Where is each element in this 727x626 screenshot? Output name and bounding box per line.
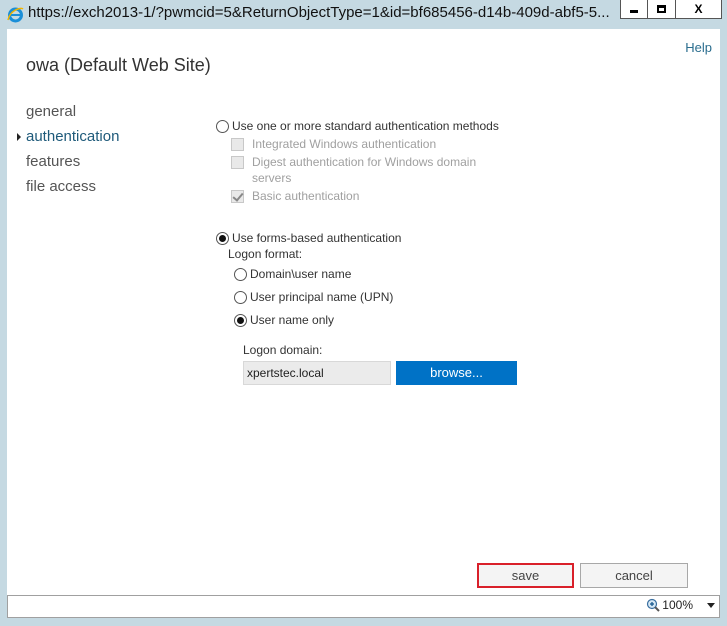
close-button[interactable]: X: [676, 0, 722, 19]
close-icon: X: [694, 2, 703, 16]
logon-domain-text: Logon domain:: [243, 343, 323, 357]
nav-item-general[interactable]: general: [26, 99, 119, 124]
nav-item-label: file access: [26, 178, 97, 195]
forms-auth-radio[interactable]: [216, 231, 229, 245]
nav-item-authentication[interactable]: authentication: [17, 124, 120, 149]
standard-auth-option[interactable]: Use one or more standard authentication …: [216, 119, 499, 133]
logon-format-label: Logon format:: [228, 247, 302, 261]
domain-user-radio[interactable]: [234, 267, 247, 281]
window-title: https://exch2013-1/?pwmcid=5&ReturnObjec…: [28, 4, 610, 21]
integrated-windows-auth-checkbox: [231, 137, 244, 151]
upn-radio[interactable]: [234, 290, 247, 304]
standard-auth-label: Use one or more standard authentication …: [232, 119, 499, 133]
integrated-windows-auth-label: Integrated Windows authentication: [252, 137, 437, 151]
integrated-windows-auth-option: Integrated Windows authentication: [231, 137, 436, 151]
zoom-dropdown-arrow-icon[interactable]: [707, 602, 715, 608]
section-nav: general authentication features file acc…: [17, 99, 120, 199]
forms-auth-option[interactable]: Use forms-based authentication: [216, 231, 401, 245]
nav-item-features[interactable]: features: [26, 149, 119, 174]
basic-auth-option: Basic authentication: [231, 189, 359, 203]
cancel-button[interactable]: cancel: [580, 563, 688, 588]
maximize-icon: [657, 5, 666, 13]
page-title: owa (Default Web Site): [26, 55, 211, 75]
selected-arrow-icon: [17, 133, 21, 141]
internet-explorer-icon: [7, 7, 24, 23]
window-bottom-frame: [7, 618, 720, 626]
minimize-button[interactable]: [620, 0, 648, 19]
logon-format-username-only[interactable]: User name only: [234, 313, 334, 327]
nav-item-label: features: [26, 153, 81, 170]
domain-user-label: Domain\user name: [250, 267, 352, 281]
save-button[interactable]: save: [477, 563, 574, 588]
logon-domain-input[interactable]: [243, 361, 391, 385]
logon-domain-label: Logon domain:: [243, 343, 322, 357]
logon-format-upn[interactable]: User principal name (UPN): [234, 290, 393, 304]
digest-auth-label-continued: servers: [252, 171, 291, 185]
status-bar: 100%: [7, 595, 720, 618]
standard-auth-radio[interactable]: [216, 119, 229, 133]
username-only-radio[interactable]: [234, 313, 247, 327]
nav-item-label: general: [26, 103, 77, 120]
logon-format-domain-user[interactable]: Domain\user name: [234, 267, 351, 281]
basic-auth-checkbox: [231, 189, 244, 203]
nav-item-file-access[interactable]: file access: [26, 174, 119, 199]
maximize-button[interactable]: [648, 0, 676, 19]
zoom-control[interactable]: 100%: [646, 598, 715, 612]
digest-auth-option: Digest authentication for Windows domain: [231, 155, 476, 169]
digest-auth-label: Digest authentication for Windows domain: [252, 155, 477, 169]
minimize-icon: [630, 9, 638, 13]
forms-auth-label: Use forms-based authentication: [232, 231, 402, 245]
username-only-label: User name only: [250, 313, 335, 327]
dialog-content: Help owa (Default Web Site) general auth…: [7, 29, 720, 595]
nav-item-label: authentication: [26, 128, 120, 145]
zoom-magnifier-icon: [647, 598, 661, 612]
upn-label: User principal name (UPN): [250, 290, 394, 304]
title-bar: https://exch2013-1/?pwmcid=5&ReturnObjec…: [0, 0, 727, 29]
zoom-level: 100%: [662, 598, 693, 612]
digest-auth-checkbox: [231, 155, 244, 169]
help-link[interactable]: Help: [685, 40, 712, 55]
browse-button[interactable]: browse...: [396, 361, 517, 385]
logon-format-text: Logon format:: [228, 247, 303, 261]
basic-auth-label: Basic authentication: [252, 189, 360, 203]
digest-auth-label-line2: servers: [252, 171, 292, 185]
